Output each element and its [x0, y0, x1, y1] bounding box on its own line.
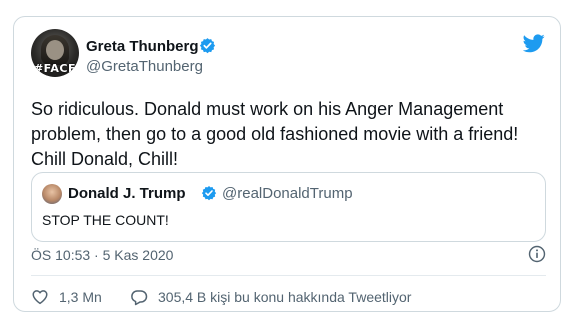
conversation-link[interactable]: 305,4 B kişi bu konu hakkında Tweetliyor: [130, 287, 411, 307]
verified-badge-icon: [201, 186, 217, 201]
like-button[interactable]: 1,3 Mn: [31, 287, 102, 307]
speech-bubble-icon: [131, 290, 148, 306]
divider: [31, 275, 546, 276]
quoted-author-name: Donald J. Trump: [68, 185, 186, 202]
tweet-card[interactable]: #FACE Greta Thunberg @GretaThunberg So r…: [13, 16, 561, 312]
author-avatar[interactable]: #FACE: [31, 29, 79, 77]
verified-badge-icon: [199, 38, 216, 54]
quoted-author-avatar: [42, 184, 62, 204]
author-handle[interactable]: @GretaThunberg: [86, 58, 203, 75]
author-name[interactable]: Greta Thunberg: [86, 38, 199, 55]
tweet-text: So ridiculous. Donald must work on his A…: [31, 99, 519, 169]
twitter-bird-icon[interactable]: [523, 34, 545, 53]
avatar-label: #FACE: [33, 62, 77, 75]
quoted-author-handle: @realDonaldTrump: [222, 185, 353, 202]
quoted-tweet[interactable]: Donald J. Trump @realDonaldTrump STOP TH…: [31, 172, 546, 242]
heart-icon: [32, 290, 48, 305]
conversation-text: 305,4 B kişi bu konu hakkında Tweetliyor: [158, 289, 412, 305]
tweet-timestamp[interactable]: ÖS 10:53 · 5 Kas 2020: [31, 247, 173, 263]
info-icon[interactable]: [528, 245, 546, 263]
like-count: 1,3 Mn: [59, 289, 102, 305]
quoted-tweet-text: STOP THE COUNT!: [42, 212, 169, 228]
avatar-face: [46, 40, 64, 60]
